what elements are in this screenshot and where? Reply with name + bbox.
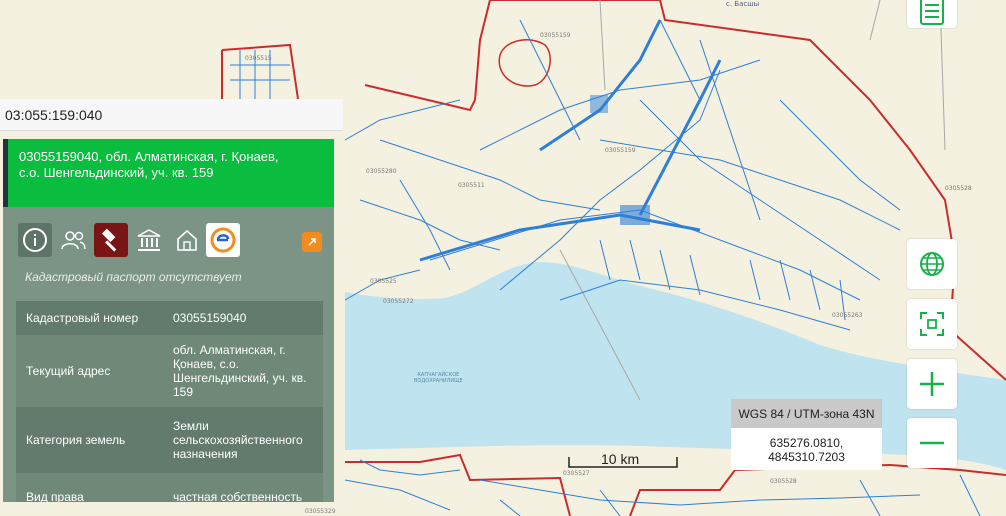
table-row: Кадастровый номер 03055159040 <box>16 301 323 335</box>
row-value: Земли сельскохозяйственного назначения <box>173 419 303 461</box>
water-label: КАПЧАГАЙСКОЕ ВОДОХРАНИЛИЩЕ <box>414 372 463 384</box>
town-block-2 <box>590 95 608 113</box>
gavel-icon <box>101 228 117 252</box>
owners-button[interactable] <box>56 223 90 257</box>
parcel-label: 0305525 <box>370 278 397 285</box>
open-external-button[interactable] <box>302 232 322 252</box>
search-value[interactable]: 03:055:159:040 <box>5 107 102 123</box>
row-value: 03055159040 <box>173 311 247 325</box>
town-block <box>620 205 650 225</box>
table-row: Вид права частная собственность <box>16 473 323 502</box>
parcel-label: 0305528 <box>770 478 797 485</box>
fullscreen-button[interactable] <box>907 299 957 349</box>
passport-note: Кадастровый паспорт отсутствует <box>25 270 242 284</box>
parcel-label: 03055329 <box>305 508 336 515</box>
table-row: Категория земель Земли сельскохозяйствен… <box>16 407 323 473</box>
zoom-out-icon <box>920 441 944 445</box>
external-link-icon <box>308 238 316 246</box>
home-icon <box>177 229 197 251</box>
parcel-label: 03055272 <box>383 298 414 305</box>
parcel-label: 0305528 <box>945 185 972 192</box>
parcel-label: 0305527 <box>563 470 590 477</box>
parcel-label: 03055159 <box>605 147 636 154</box>
row-value: частная собственность <box>173 490 303 502</box>
bank-button[interactable] <box>132 223 166 257</box>
e-service-button[interactable] <box>206 223 240 257</box>
court-button[interactable] <box>94 223 128 257</box>
coordinate-system: WGS 84 / UTM-зона 43N <box>738 407 875 421</box>
table-row: Текущий адрес обл. Алматинская, г. Қонае… <box>16 335 323 407</box>
parcel-header: 03055159040, обл. Алматинская, г. Қонаев… <box>3 139 334 207</box>
parcel-label: 03055280 <box>366 168 397 175</box>
row-label: Категория земель <box>26 433 126 447</box>
zoom-in-icon <box>920 372 944 396</box>
parcel-info-panel: 03055159040, обл. Алматинская, г. Қонаев… <box>3 139 334 502</box>
coordinate-x: 635276.0810, <box>769 436 844 450</box>
people-icon <box>61 231 86 250</box>
fullscreen-icon <box>920 312 944 336</box>
water-label-line: ВОДОХРАНИЛИЩЕ <box>414 378 463 384</box>
coordinates-box: WGS 84 / UTM-зона 43N 635276.0810, 48453… <box>731 399 882 470</box>
parcel-label: 03055159 <box>540 32 571 39</box>
header-accent <box>3 139 8 207</box>
row-label: Вид права <box>26 490 84 502</box>
layers-list-button[interactable] <box>907 0 957 28</box>
row-label: Кадастровый номер <box>26 311 139 325</box>
parcel-attributes-table: Кадастровый номер 03055159040 Текущий ад… <box>16 301 323 502</box>
list-icon <box>920 0 944 25</box>
parcel-title: 03055159040, обл. Алматинская, г. Қонаев… <box>19 149 279 180</box>
home-button[interactable] <box>170 223 204 257</box>
parcel-label: 0305511 <box>458 182 485 189</box>
row-value: обл. Алматинская, г. Қонаев, с.о. Шенгел… <box>173 343 307 399</box>
zoom-out-button[interactable] <box>907 418 957 468</box>
zoom-in-button[interactable] <box>907 359 957 409</box>
scale-label: 10 km <box>601 451 640 467</box>
search-bar[interactable]: 03:055:159:040 <box>0 99 343 131</box>
row-label: Текущий адрес <box>26 364 111 378</box>
town-label: с. Басшы <box>726 0 760 8</box>
coordinates-header[interactable]: WGS 84 / UTM-зона 43N <box>731 399 882 428</box>
basemap-button[interactable] <box>907 239 957 289</box>
e-service-icon <box>210 227 236 253</box>
info-button[interactable] <box>18 223 52 257</box>
globe-icon <box>920 252 944 276</box>
info-icon <box>23 228 47 252</box>
bank-icon <box>137 229 161 251</box>
parcel-label: 03055263 <box>832 312 863 319</box>
parcel-label: 0305515 <box>245 55 272 62</box>
coordinate-y: 4845310.7203 <box>768 450 845 464</box>
